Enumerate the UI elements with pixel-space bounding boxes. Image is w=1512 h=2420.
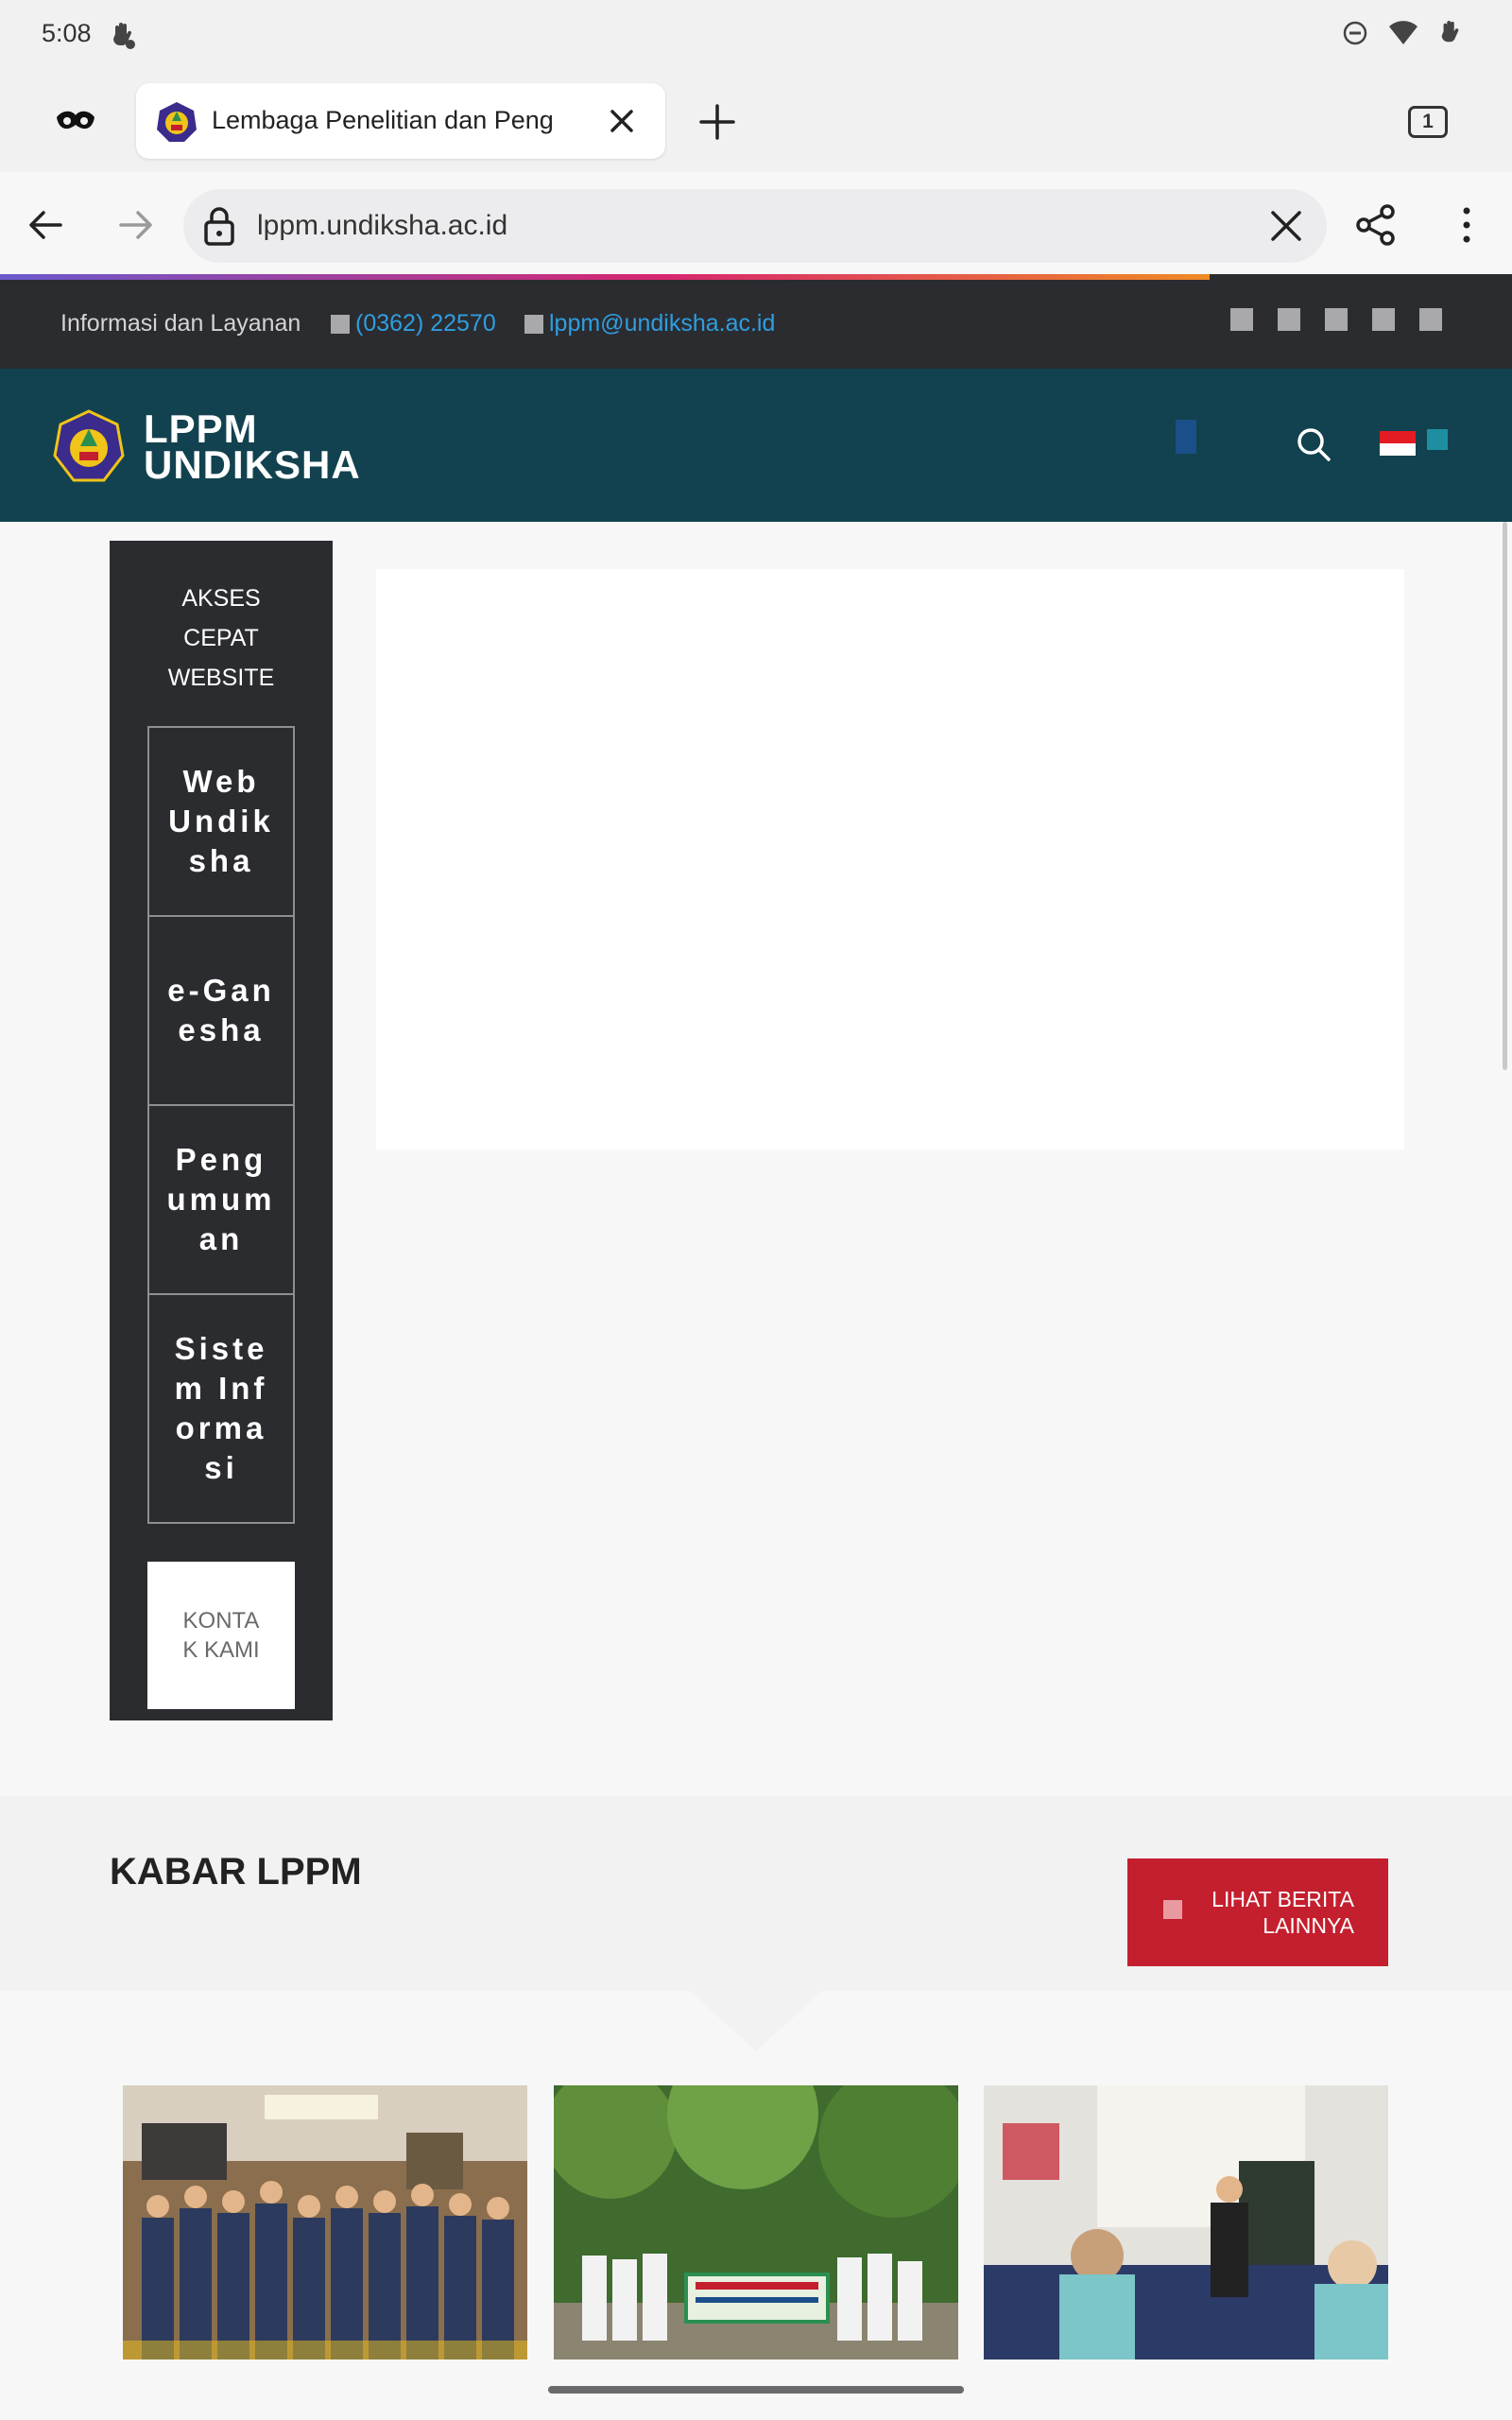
- share-icon[interactable]: [1355, 204, 1397, 246]
- social-icon-3[interactable]: [1325, 308, 1348, 331]
- language-switch-icon[interactable]: [1427, 429, 1448, 450]
- quick-access-title-line: CEPAT: [183, 625, 259, 651]
- omnibox[interactable]: lppm.undiksha.ac.id: [183, 189, 1327, 263]
- status-icons: [1342, 19, 1463, 47]
- quick-link-web-undiksha[interactable]: Web Undiksha: [147, 726, 295, 917]
- info-bar: Informasi dan Layanan (0362) 22570 lppm@…: [0, 280, 1512, 369]
- phone-link[interactable]: (0362) 22570: [331, 310, 496, 337]
- info-label: Informasi dan Layanan: [60, 310, 301, 337]
- news-section-header: KABAR LPPM LIHAT BERITA LAINNYA: [0, 1796, 1512, 1991]
- hero-content-area: [376, 569, 1404, 1150]
- more-news-button[interactable]: LIHAT BERITA LAINNYA: [1127, 1858, 1388, 1966]
- quick-link-pengumuman[interactable]: Pengumuman: [147, 1104, 295, 1295]
- email-address: lppm@undiksha.ac.id: [549, 310, 776, 337]
- wifi-icon: [1389, 21, 1418, 44]
- news-card-image-3[interactable]: [984, 2085, 1388, 2360]
- quick-access-title-line: AKSES: [181, 585, 261, 612]
- more-news-label-line: LIHAT BERITA: [1211, 1887, 1354, 1911]
- dnd-icon: [1343, 21, 1367, 45]
- quick-access-panel: AKSES CEPAT WEBSITE Web Undiksha e-Ganes…: [110, 541, 333, 1720]
- logo-text-undiksha[interactable]: UNDIKSHA: [144, 442, 361, 488]
- lock-icon[interactable]: [202, 206, 236, 246]
- incognito-icon[interactable]: [55, 110, 96, 134]
- quick-link-e-ganesha[interactable]: e-Ganesha: [147, 915, 295, 1106]
- undiksha-favicon-icon: [157, 102, 197, 142]
- social-icon-4[interactable]: [1372, 308, 1395, 331]
- header-menu-marker[interactable]: [1176, 420, 1196, 454]
- quick-link-sistem-informasi[interactable]: Sistem Informasi: [147, 1293, 295, 1524]
- group-photo-meeting-room: [123, 2085, 527, 2360]
- browser-tab[interactable]: Lembaga Penelitian dan Peng: [136, 83, 665, 159]
- more-news-label-line: LAINNYA: [1263, 1913, 1354, 1938]
- more-news-icon: [1163, 1900, 1182, 1919]
- section-notch: [688, 1989, 824, 2051]
- quick-access-title-line: WEBSITE: [167, 665, 275, 691]
- forward-arrow-icon[interactable]: [117, 206, 155, 244]
- email-icon: [524, 314, 543, 334]
- new-tab-icon[interactable]: [697, 102, 737, 142]
- notification-icon: [113, 23, 135, 49]
- social-icon-5[interactable]: [1419, 308, 1442, 331]
- classroom-photo: [984, 2085, 1388, 2360]
- back-arrow-icon[interactable]: [26, 206, 64, 244]
- contact-us-button[interactable]: KONTAK KAMI: [147, 1562, 295, 1709]
- social-icon-1[interactable]: [1230, 308, 1253, 331]
- gesture-icon: [1441, 21, 1459, 43]
- more-menu-icon[interactable]: [1455, 204, 1478, 246]
- social-links: [1230, 308, 1442, 331]
- gesture-navigation-bar[interactable]: [548, 2386, 964, 2394]
- close-tab-icon[interactable]: [605, 104, 639, 138]
- news-section-title: KABAR LPPM: [110, 1851, 362, 1893]
- phone-icon: [331, 314, 350, 334]
- search-icon[interactable]: [1295, 425, 1332, 463]
- clear-url-icon[interactable]: [1268, 208, 1304, 244]
- quick-access-title: AKSES CEPAT WEBSITE: [110, 579, 333, 698]
- url-text[interactable]: lppm.undiksha.ac.id: [257, 210, 507, 242]
- indonesia-flag-icon[interactable]: [1380, 431, 1416, 456]
- undiksha-logo-icon[interactable]: [51, 408, 127, 484]
- address-bar-row: lppm.undiksha.ac.id: [0, 172, 1512, 278]
- tab-switcher-button[interactable]: 1: [1408, 106, 1448, 138]
- tab-title: Lembaga Penelitian dan Peng: [212, 106, 554, 134]
- status-time: 5:08: [42, 19, 92, 47]
- news-card-image-2[interactable]: [554, 2085, 958, 2360]
- email-link[interactable]: lppm@undiksha.ac.id: [524, 310, 775, 337]
- page-scrollbar[interactable]: [1503, 522, 1507, 1070]
- site-header: LPPM UNDIKSHA: [0, 369, 1512, 522]
- phone-number: (0362) 22570: [355, 310, 496, 337]
- tab-strip: Lembaga Penelitian dan Peng 1: [0, 72, 1512, 172]
- news-card-image-1[interactable]: [123, 2085, 527, 2360]
- status-bar: 5:08: [0, 0, 1512, 72]
- group-photo-forest: [554, 2085, 958, 2360]
- social-icon-2[interactable]: [1278, 308, 1300, 331]
